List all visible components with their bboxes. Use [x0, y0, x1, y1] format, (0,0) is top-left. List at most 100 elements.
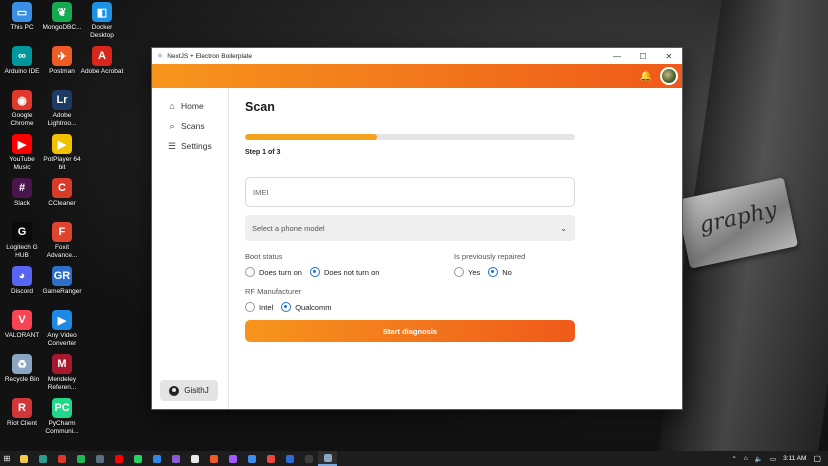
desktop-icon[interactable]: ❦ MongoDBC... [40, 2, 84, 32]
wallpaper-badge-text: graphy [697, 197, 780, 239]
user-icon [169, 385, 180, 396]
radio-label: Does turn on [259, 267, 302, 277]
battery-icon[interactable]: ▭ [770, 455, 776, 463]
app-icon: A [92, 46, 112, 66]
progress-fill [245, 134, 377, 140]
boot-status-options: Does turn on Does not turn on [245, 267, 454, 277]
app-icon: ◧ [92, 2, 112, 22]
taskbar-vscode-icon[interactable] [147, 451, 166, 466]
clock[interactable]: 3:11 AM [783, 455, 806, 462]
desktop-icon[interactable]: Lr Adobe Lightroo... [40, 90, 84, 128]
taskbar-chrome-icon[interactable] [52, 451, 71, 466]
radio-button[interactable] [309, 267, 320, 277]
progress-bar [245, 134, 575, 140]
desktop-icon[interactable]: ◕ Discord [0, 266, 44, 296]
boot-status-option[interactable]: Does not turn on [309, 267, 379, 277]
avatar[interactable] [660, 67, 678, 85]
window-titlebar[interactable]: ⚛ NextJS + Electron Boilerplate — ☐ ✕ [152, 48, 682, 64]
previously-repaired-option[interactable]: Yes [454, 267, 480, 277]
app-icon: R [12, 398, 32, 418]
desktop-icon[interactable]: C CCleaner [40, 178, 84, 208]
desktop-icon[interactable]: PC PyCharm Communi... [40, 398, 84, 436]
previously-repaired-label: Is previously repaired [454, 252, 526, 261]
taskbar-postman-icon[interactable] [204, 451, 223, 466]
app-icon: # [12, 178, 32, 198]
chrome-icon [57, 454, 66, 463]
desktop-icon[interactable]: R Riot Client [0, 398, 44, 428]
desktop-icon[interactable]: ✈ Postman [40, 46, 84, 76]
electron-app-icon [323, 453, 332, 462]
bell-icon[interactable]: 🔔 [640, 71, 652, 82]
notification-icon[interactable]: ▢ [813, 454, 821, 463]
desktop-icon[interactable]: F Foxit Advance... [40, 222, 84, 260]
taskbar-visual-studio-icon[interactable] [166, 451, 185, 466]
app-icon: GR [52, 266, 72, 286]
taskbar-figma-icon[interactable] [223, 451, 242, 466]
desktop-icon[interactable]: ∞ Arduino IDE [0, 46, 44, 76]
start-button[interactable]: ⊞ [0, 451, 14, 466]
desktop-icon[interactable]: ▶ YouTube Music [0, 134, 44, 172]
tray-chevron-icon[interactable]: ⌃ [731, 455, 736, 463]
desktop-icon[interactable]: # Slack [0, 178, 44, 208]
network-icon[interactable]: ⌂ [744, 455, 748, 462]
desktop-icon-label: Postman [49, 68, 75, 75]
radio-button[interactable] [281, 302, 292, 312]
desktop-icon[interactable]: M Mendeley Referen... [40, 354, 84, 392]
sidebar-item-scans[interactable]: ⌕ Scans [152, 116, 228, 136]
desktop-icon-label: Google Chrome [10, 112, 34, 127]
user-name: GisithJ [184, 386, 209, 395]
taskbar-youtube-music-icon[interactable] [109, 451, 128, 466]
desktop-icon[interactable]: G Logitech G HUB [0, 222, 44, 260]
taskbar-file-explorer-icon[interactable] [14, 451, 33, 466]
desktop-icon[interactable]: ♻ Recycle Bin [0, 354, 44, 384]
taskbar-spotify-icon[interactable] [71, 451, 90, 466]
app-icon: PC [52, 398, 72, 418]
desktop-icon[interactable]: ◉ Google Chrome [0, 90, 44, 128]
maximize-button[interactable]: ☐ [630, 48, 656, 64]
taskbar-word-icon[interactable] [280, 451, 299, 466]
taskbar-electron-app-icon[interactable] [318, 451, 337, 466]
taskbar-terminal-icon[interactable] [299, 451, 318, 466]
minimize-button[interactable]: — [604, 48, 630, 64]
desktop-icon[interactable]: ▶ Any Video Converter [40, 310, 84, 348]
desktop-icon-label: Docker Desktop [90, 24, 114, 39]
sidebar-item-label: Scans [181, 121, 205, 131]
radio-button[interactable] [245, 302, 255, 312]
imei-input[interactable] [245, 177, 575, 207]
desktop-icon-label: MongoDBC... [42, 24, 82, 31]
user-button[interactable]: GisithJ [160, 380, 218, 401]
radio-label: No [502, 267, 512, 277]
sidebar-item-home[interactable]: ⌂ Home [152, 96, 228, 116]
visual-studio-icon [171, 454, 180, 463]
desktop-icon-label: VALORANT [4, 332, 40, 339]
phone-model-select-value: Select a phone model [252, 223, 325, 233]
start-diagnosis-button[interactable]: Start diagnosis [245, 320, 575, 342]
desktop-icon[interactable]: A Adobe Acrobat [80, 46, 124, 76]
taskbar-notion-icon[interactable] [185, 451, 204, 466]
taskbar-steam-icon[interactable] [90, 451, 109, 466]
radio-button[interactable] [488, 267, 499, 277]
previously-repaired-options: Yes No [454, 267, 525, 277]
taskbar-whatsapp-icon[interactable] [128, 451, 147, 466]
sidebar-item-settings[interactable]: ☰ Settings [152, 136, 228, 156]
desktop-icon[interactable]: V VALORANT [0, 310, 44, 340]
rf-manufacturer-option[interactable]: Intel [245, 302, 273, 312]
desktop-icon[interactable]: ▭ This PC [0, 2, 44, 32]
close-button[interactable]: ✕ [656, 48, 682, 64]
previously-repaired-option[interactable]: No [488, 267, 512, 277]
rf-manufacturer-option[interactable]: Qualcomm [281, 302, 331, 312]
taskbar-edge-icon[interactable] [33, 451, 52, 466]
radio-button[interactable] [454, 267, 464, 277]
chevron-down-icon: ⌄ [560, 223, 567, 233]
taskbar-anydesk-icon[interactable] [261, 451, 280, 466]
phone-model-select[interactable]: Select a phone model ⌄ [245, 215, 575, 241]
desktop-icon[interactable]: GR GameRanger [40, 266, 84, 296]
volume-icon[interactable]: 🔈 [755, 455, 763, 463]
app-icon: ▶ [52, 310, 72, 330]
boot-status-option[interactable]: Does turn on [245, 267, 302, 277]
desktop-icon[interactable]: ▶ PotPlayer 64 bit [40, 134, 84, 172]
desktop-icon-label: Adobe Lightroo... [47, 112, 77, 127]
taskbar-todo-icon[interactable] [242, 451, 261, 466]
radio-button[interactable] [245, 267, 255, 277]
desktop-icon[interactable]: ◧ Docker Desktop [80, 2, 124, 40]
